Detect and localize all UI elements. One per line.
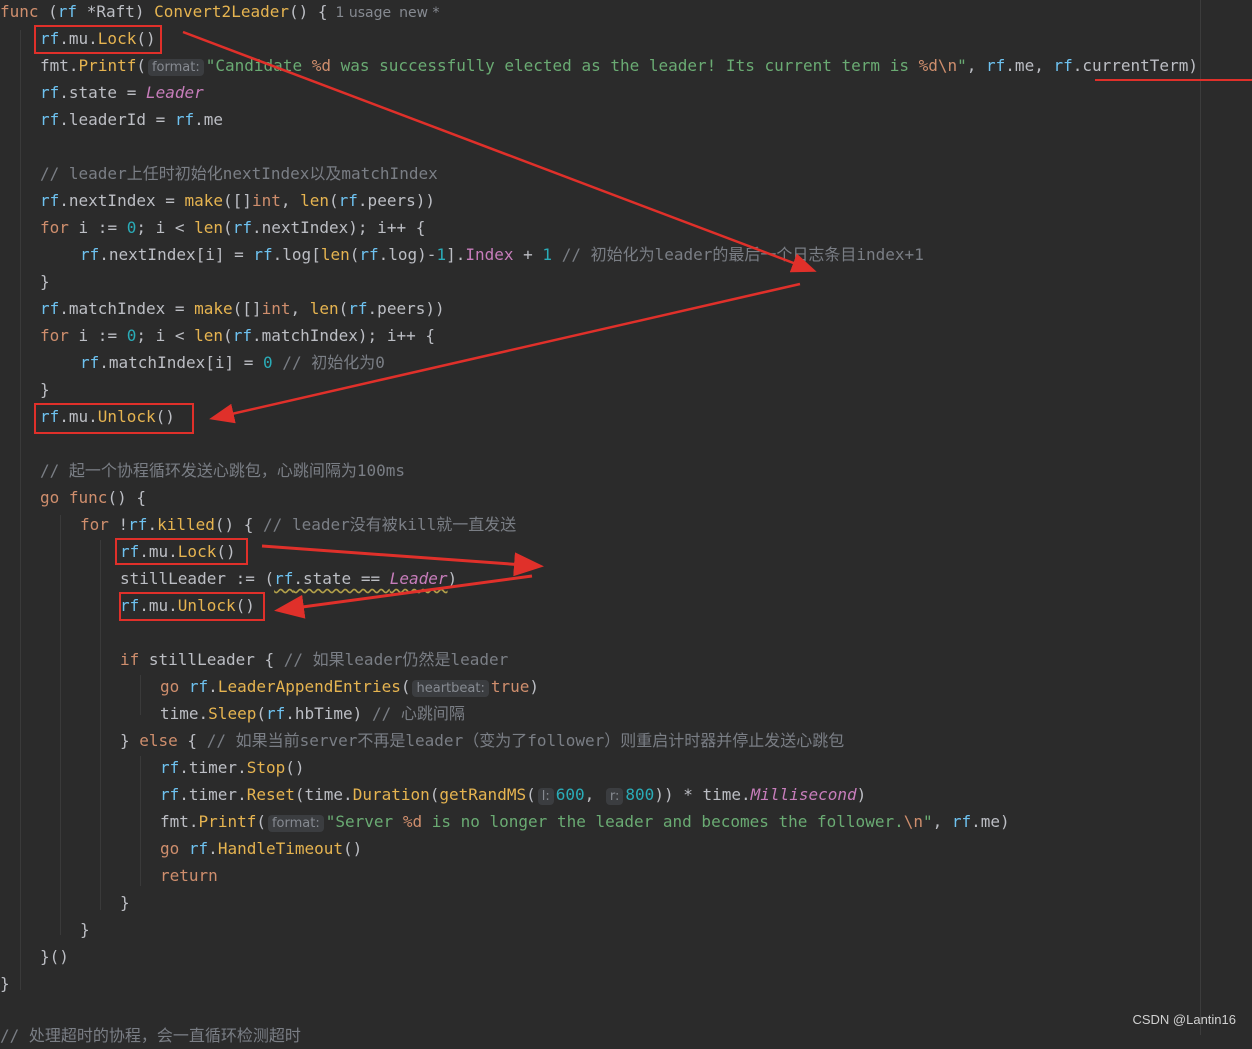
watermark: CSDN @Lantin16 bbox=[1132, 1012, 1236, 1027]
code-editor[interactable]: func (rf *Raft) Convert2Leader() {1 usag… bbox=[0, 0, 1252, 1045]
arrow-inner-lock-to-state bbox=[261, 544, 544, 577]
arrow-state-to-inner-unlock bbox=[274, 574, 533, 619]
arrow-lock-to-log bbox=[182, 30, 817, 273]
annotation-arrows bbox=[182, 30, 817, 619]
arrow-log-to-unlock bbox=[209, 282, 801, 424]
